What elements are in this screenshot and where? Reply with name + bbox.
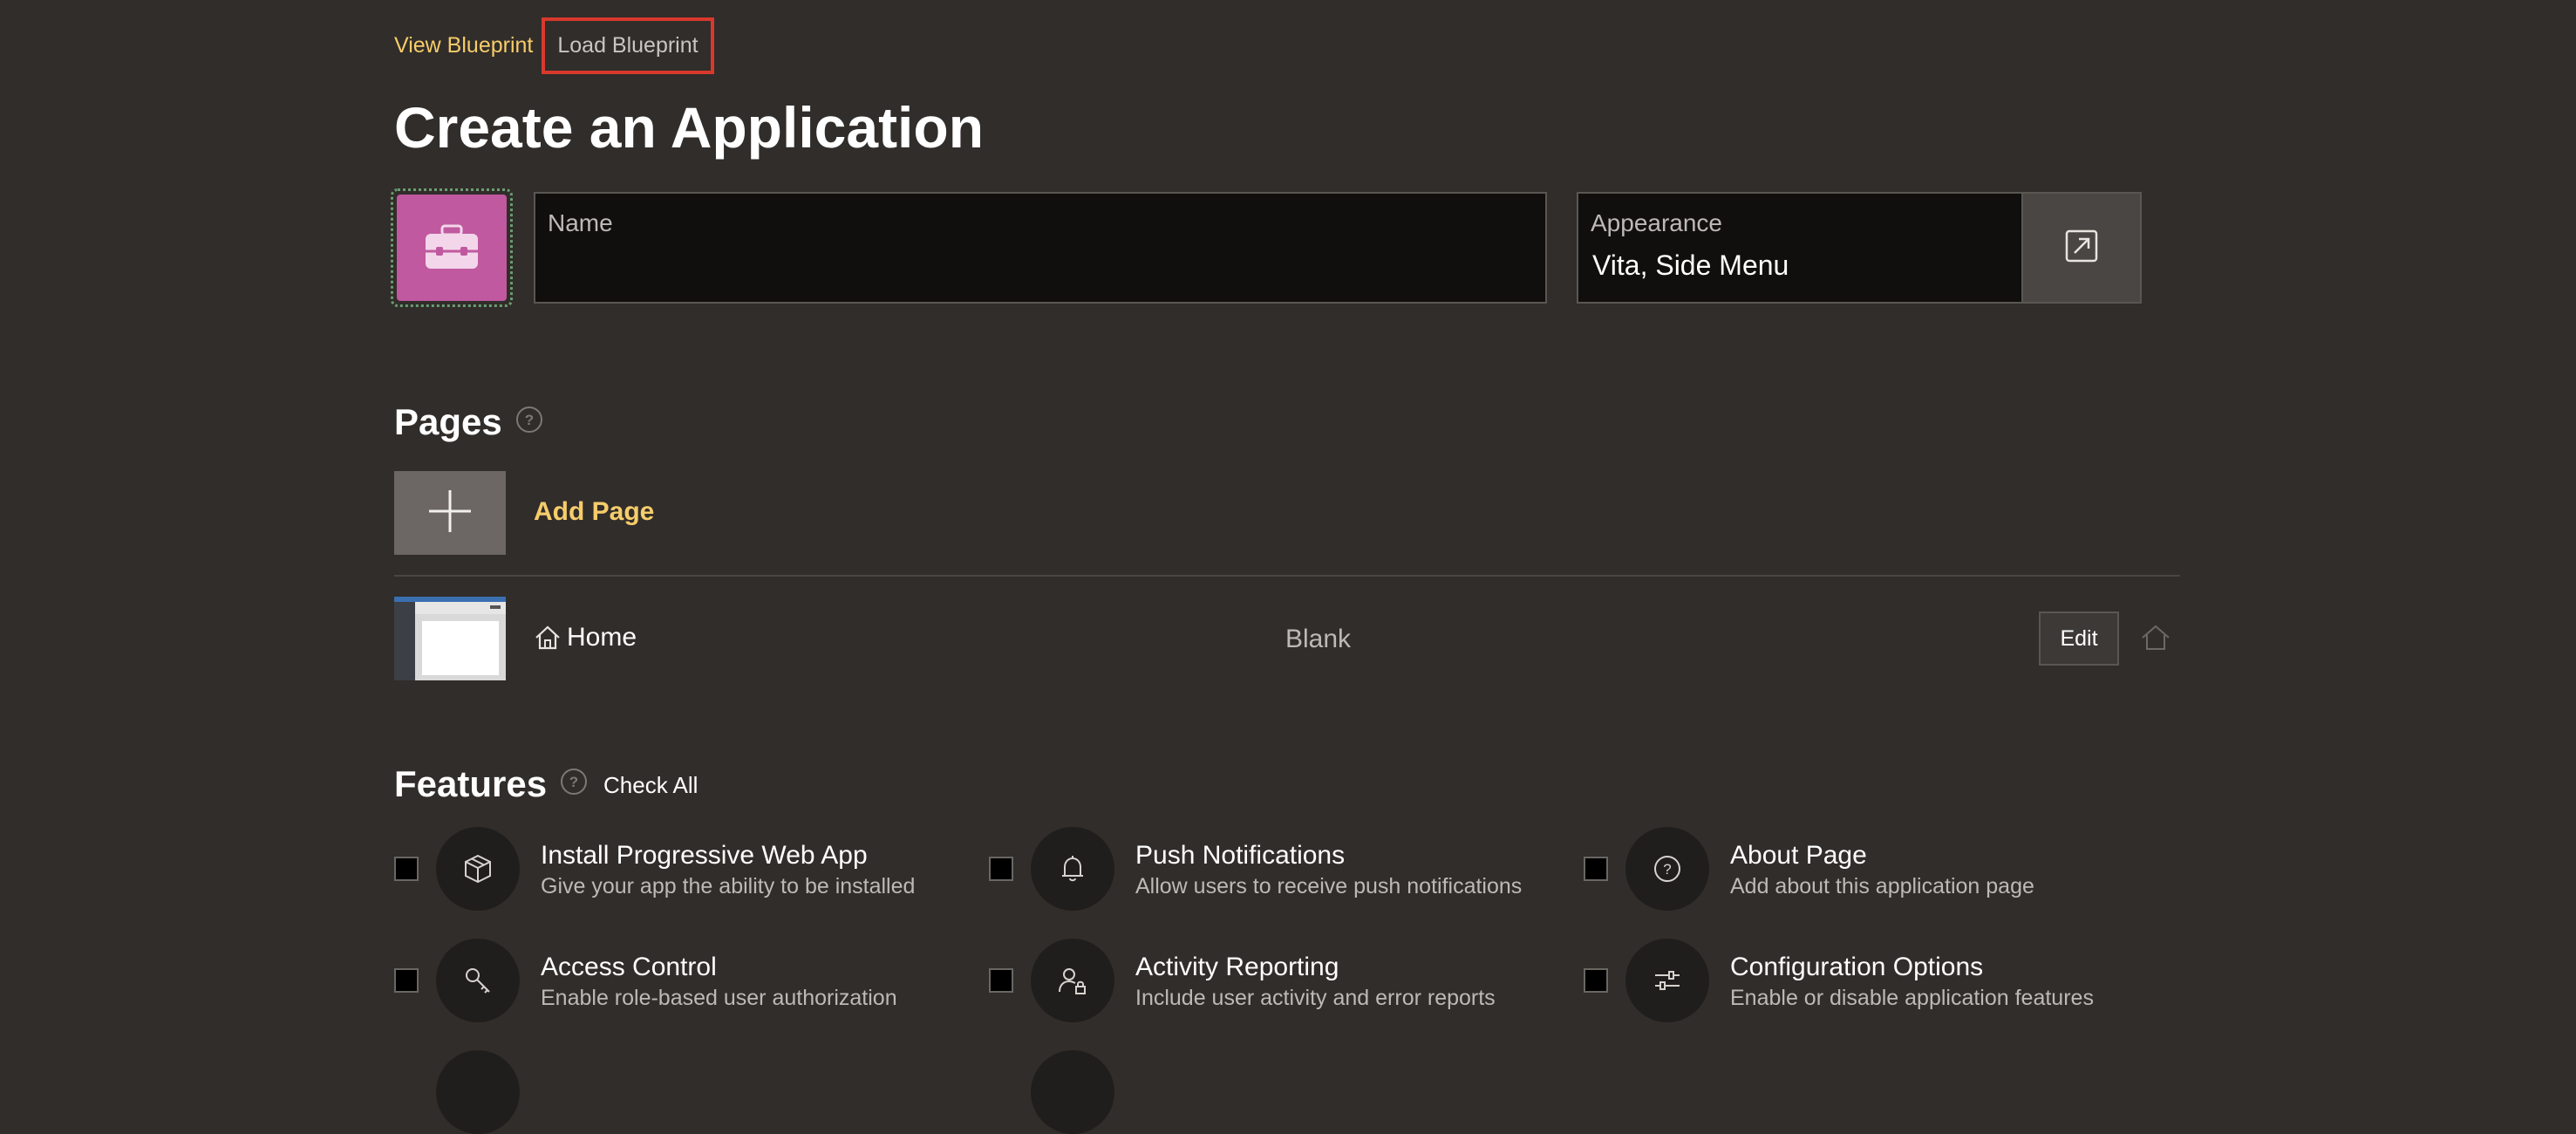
feature-title: Access Control xyxy=(541,953,717,981)
appearance-settings-button[interactable] xyxy=(2021,192,2142,304)
add-page-tile[interactable] xyxy=(394,471,506,555)
feature-configuration-options: Configuration Options Enable or disable … xyxy=(1584,939,2159,1026)
feature-checkbox[interactable] xyxy=(989,857,1013,881)
user-lock-icon xyxy=(1031,939,1114,1022)
plus-icon xyxy=(427,488,473,538)
check-all-button[interactable]: Check All xyxy=(603,772,698,799)
feature-push-notifications: Push Notifications Allow users to receiv… xyxy=(989,827,1564,914)
page-type-label: Blank xyxy=(1285,625,1352,653)
app-icon-picker[interactable] xyxy=(391,188,513,307)
divider xyxy=(394,575,2180,577)
help-icon[interactable]: ? xyxy=(559,763,589,805)
set-home-icon[interactable] xyxy=(2140,623,2171,657)
feature-title: Install Progressive Web App xyxy=(541,841,868,870)
view-blueprint-link[interactable]: View Blueprint xyxy=(394,33,533,58)
page-title: Create an Application xyxy=(394,95,985,160)
feature-title: About Page xyxy=(1730,841,1867,870)
edit-page-button[interactable]: Edit xyxy=(2039,611,2119,666)
feature-checkbox[interactable] xyxy=(1584,968,1608,993)
feature-checkbox[interactable] xyxy=(394,857,419,881)
create-application-page: View Blueprint Load Blueprint Create an … xyxy=(391,0,2182,1134)
pages-title: Pages xyxy=(394,401,502,442)
feature-description: Enable or disable application features xyxy=(1730,986,2094,1010)
add-page-link[interactable]: Add Page xyxy=(534,497,654,527)
pages-heading: Pages ? xyxy=(394,401,544,443)
svg-text:?: ? xyxy=(569,774,578,790)
feature-access-control: Access Control Enable role-based user au… xyxy=(394,939,970,1026)
name-input[interactable] xyxy=(548,248,1528,291)
feature-checkbox[interactable] xyxy=(394,968,419,993)
bell-icon xyxy=(1031,827,1114,911)
features-title: Features xyxy=(394,763,548,804)
name-field[interactable]: Name xyxy=(534,192,1547,304)
feature-activity-reporting: Activity Reporting Include user activity… xyxy=(989,939,1564,1026)
external-link-icon xyxy=(2064,229,2099,268)
feature-title: Push Notifications xyxy=(1135,841,1346,870)
feature-icon-partial xyxy=(1031,1050,1114,1134)
home-icon xyxy=(534,625,562,651)
sliders-icon xyxy=(1625,939,1709,1022)
feature-description: Allow users to receive push notification… xyxy=(1135,874,1523,898)
appearance-value: Vita, Side Menu xyxy=(1592,249,1789,281)
feature-icon-partial xyxy=(436,1050,520,1134)
page-thumbnail xyxy=(394,597,506,680)
feature-description: Enable role-based user authorization xyxy=(541,986,897,1010)
svg-text:?: ? xyxy=(1663,861,1671,878)
key-icon xyxy=(436,939,520,1022)
features-heading: Features ? xyxy=(394,763,589,805)
feature-description: Include user activity and error reports xyxy=(1135,986,1496,1010)
load-blueprint-link[interactable]: Load Blueprint xyxy=(542,17,714,74)
package-icon xyxy=(436,827,520,911)
help-icon[interactable]: ? xyxy=(515,401,544,443)
question-circle-icon: ? xyxy=(1625,827,1709,911)
name-label: Name xyxy=(548,209,613,236)
briefcase-icon xyxy=(397,195,507,301)
appearance-field[interactable]: Appearance Vita, Side Menu xyxy=(1577,192,2025,304)
page-name-label: Home xyxy=(567,623,637,652)
blueprint-links: View Blueprint Load Blueprint xyxy=(394,17,714,74)
feature-description: Add about this application page xyxy=(1730,874,2034,898)
page-row-home[interactable]: Home xyxy=(534,623,637,652)
appearance-label: Appearance xyxy=(1591,209,1723,236)
feature-checkbox[interactable] xyxy=(989,968,1013,993)
feature-about-page: ? About Page Add about this application … xyxy=(1584,827,2159,914)
feature-title: Configuration Options xyxy=(1730,953,1984,981)
svg-text:?: ? xyxy=(525,412,534,428)
feature-install-pwa: Install Progressive Web App Give your ap… xyxy=(394,827,970,914)
feature-checkbox[interactable] xyxy=(1584,857,1608,881)
feature-description: Give your app the ability to be installe… xyxy=(541,874,916,898)
feature-title: Activity Reporting xyxy=(1135,953,1339,981)
